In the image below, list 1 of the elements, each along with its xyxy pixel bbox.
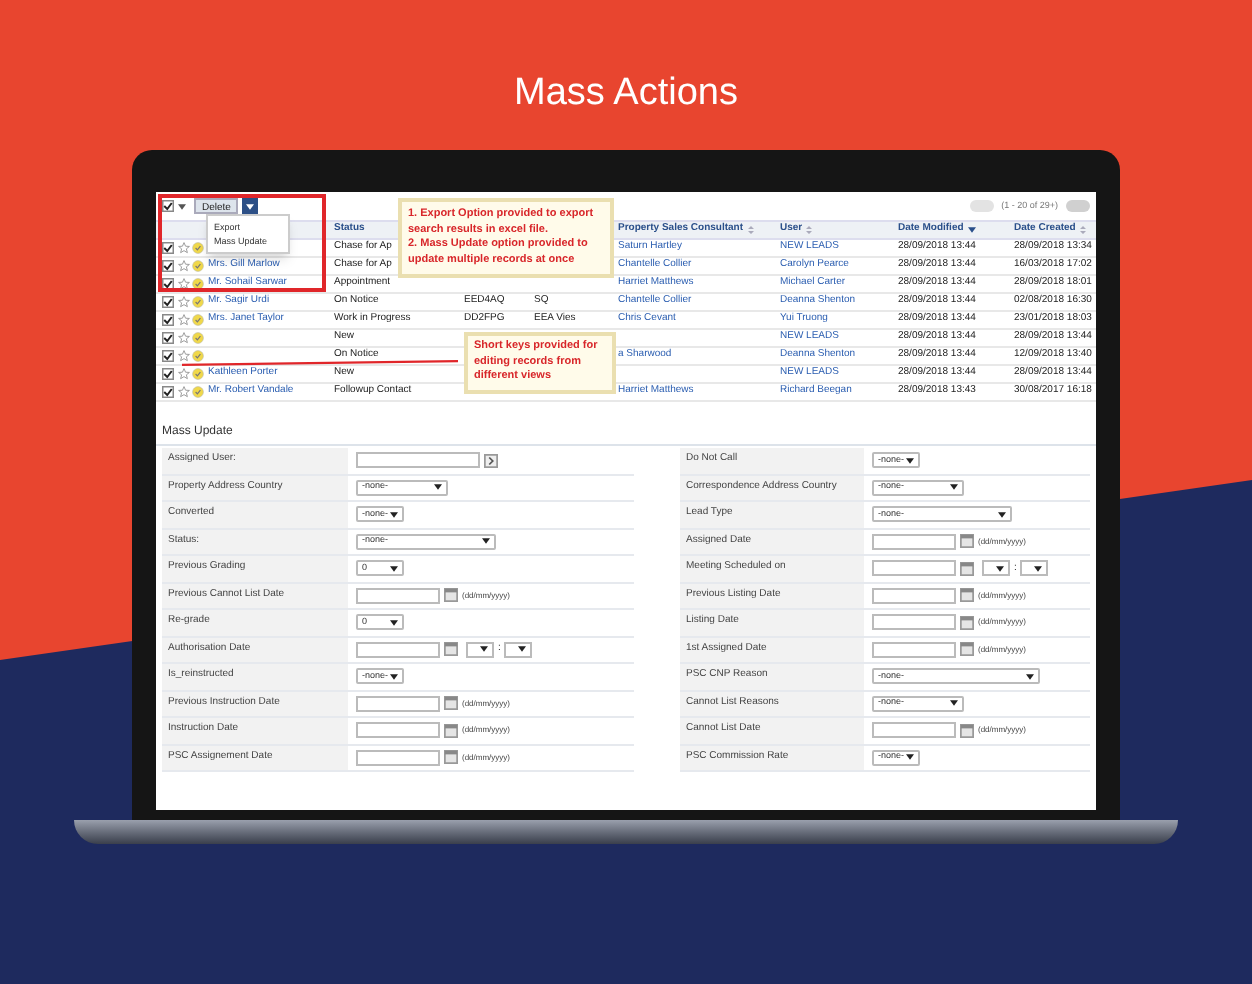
page-title: Mass Actions (514, 70, 738, 118)
